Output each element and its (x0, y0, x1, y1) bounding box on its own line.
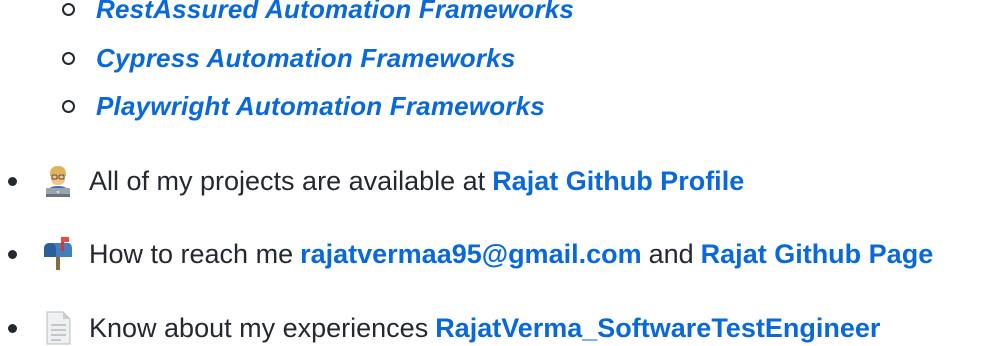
github-page-link[interactable]: Rajat Github Page (701, 239, 934, 270)
and-text: and (648, 238, 694, 269)
bullet-icon (8, 323, 17, 333)
projects-text: All of my projects are available at (89, 165, 486, 196)
github-profile-link[interactable]: Rajat Github Profile (492, 166, 744, 197)
list-item-contact: How to reach me rajatvermaa95@gmail.com … (8, 236, 933, 272)
mailbox-emoji-icon (44, 237, 72, 270)
hollow-bullet-icon (62, 2, 75, 16)
hollow-bullet-icon (62, 51, 75, 65)
playwright-frameworks-link[interactable]: Playwright Automation Frameworks (96, 91, 545, 122)
experience-text: Know about my experiences (89, 312, 429, 343)
contact-text: How to reach me (89, 238, 294, 269)
hollow-bullet-icon (62, 99, 75, 113)
page-facing-up-emoji-icon (46, 311, 71, 345)
list-item-cypress: Cypress Automation Frameworks (62, 43, 516, 73)
technologist-emoji-icon (46, 166, 70, 197)
list-item-playwright: Playwright Automation Frameworks (62, 91, 545, 121)
list-item-restassured: RestAssured Automation Frameworks (62, 0, 574, 24)
list-item-projects: All of my projects are available at Raja… (8, 163, 744, 199)
bullet-icon (8, 176, 17, 186)
resume-link[interactable]: RajatVerma_SoftwareTestEngineer (435, 313, 880, 344)
list-item-experience: Know about my experiences RajatVerma_Sof… (8, 310, 880, 346)
bullet-icon (8, 249, 17, 259)
cypress-frameworks-link[interactable]: Cypress Automation Frameworks (96, 43, 516, 74)
email-link[interactable]: rajatvermaa95@gmail.com (300, 239, 642, 270)
restassured-frameworks-link[interactable]: RestAssured Automation Frameworks (96, 0, 574, 25)
